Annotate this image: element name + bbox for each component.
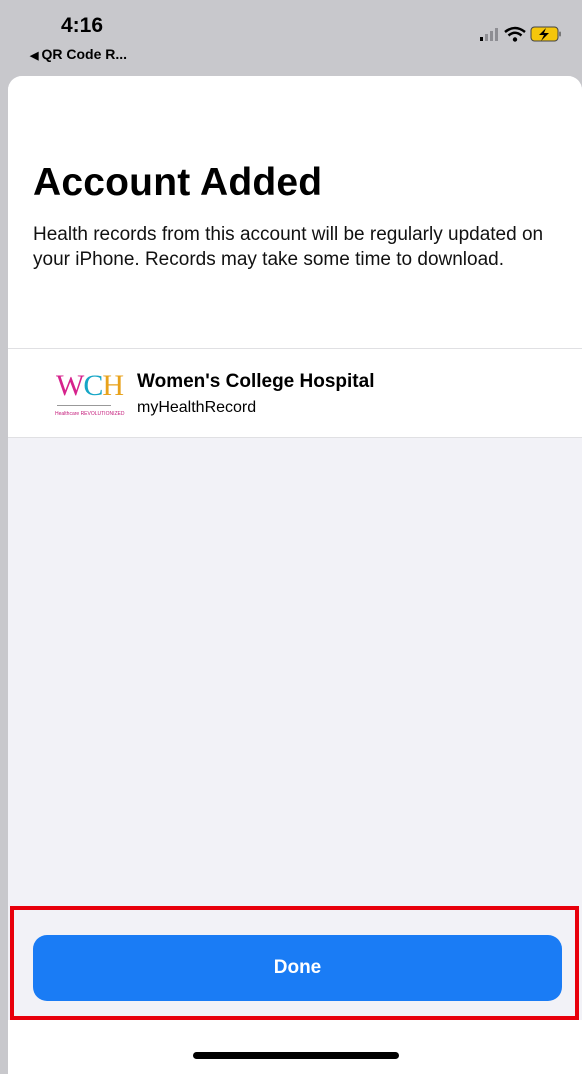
hospital-logo: WCH Healthcare REVOLUTIONIZED [54, 369, 124, 421]
logo-divider [57, 405, 111, 410]
logo-subtext: Healthcare REVOLUTIONIZED [55, 411, 125, 417]
battery-charging-icon [530, 26, 561, 42]
status-time: 4:16 [61, 14, 104, 37]
sheet-header: Account Added Health records from this a… [8, 76, 582, 348]
back-to-app-link[interactable]: ◀ QR Code R... [30, 46, 127, 62]
logo-letters: WCH [56, 369, 124, 402]
back-app-label: QR Code R... [41, 46, 128, 62]
cellular-signal-icon [480, 28, 498, 41]
done-button[interactable]: Done [33, 935, 562, 1001]
status-bar: 4:16 ◀ QR Code R... [0, 0, 582, 76]
status-icons [464, 24, 564, 44]
account-row[interactable]: WCH Healthcare REVOLUTIONIZED Women's Co… [8, 348, 582, 438]
wifi-icon [504, 26, 526, 42]
page-title: Account Added [33, 161, 323, 204]
account-name: Women's College Hospital [137, 371, 375, 392]
bottom-safe-area [8, 1020, 582, 1074]
account-subtitle: myHealthRecord [137, 399, 257, 416]
home-indicator[interactable] [193, 1052, 399, 1059]
page-description: Health records from this account will be… [33, 224, 544, 270]
back-triangle-icon: ◀ [30, 50, 39, 62]
